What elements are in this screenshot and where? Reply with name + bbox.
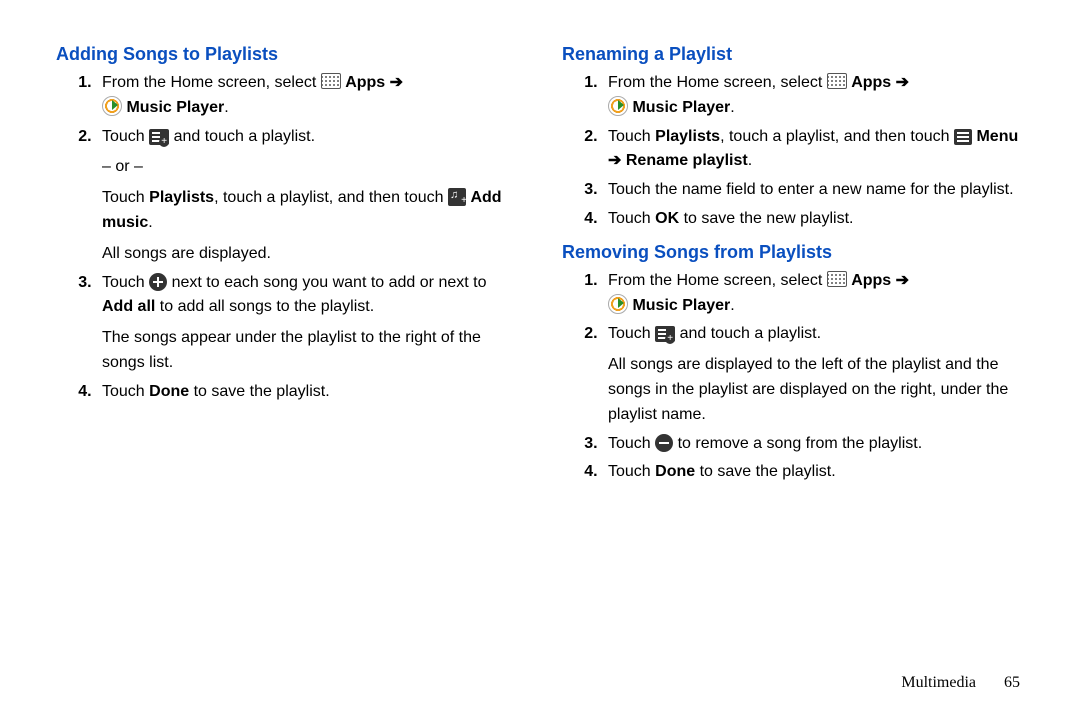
- text: All songs are displayed to the left of t…: [608, 353, 1024, 427]
- text: Touch Playlists, touch a playlist, and t…: [102, 186, 518, 236]
- apps-icon: [321, 73, 341, 89]
- ok-label: OK: [655, 210, 679, 227]
- text: Touch: [608, 325, 655, 342]
- period: .: [730, 99, 734, 116]
- add-all-label: Add all: [102, 298, 155, 315]
- apps-label: Apps: [345, 74, 385, 91]
- playlists-label: Playlists: [149, 189, 214, 206]
- text: next to each song you want to add or nex…: [172, 274, 487, 291]
- right-column: Renaming a Playlist From the Home screen…: [540, 40, 1032, 660]
- step-4: Touch OK to save the new playlist.: [602, 207, 1024, 232]
- heading-removing: Removing Songs from Playlists: [562, 242, 1024, 263]
- text: Touch: [608, 210, 655, 227]
- step-4: Touch Done to save the playlist.: [96, 380, 518, 405]
- list-add-icon: [149, 129, 169, 145]
- list-add-icon: [655, 326, 675, 342]
- section-name: Multimedia: [901, 674, 976, 691]
- text: The songs appear under the playlist to t…: [102, 326, 518, 376]
- period: .: [730, 297, 734, 314]
- music-player-label: Music Player: [126, 99, 224, 116]
- period: .: [148, 214, 152, 231]
- or-text: – or –: [102, 155, 518, 180]
- removing-steps: From the Home screen, select Apps ➔ Musi…: [562, 269, 1024, 485]
- period: .: [224, 99, 228, 116]
- music-player-icon: [102, 96, 122, 116]
- step-1: From the Home screen, select Apps ➔ Musi…: [96, 71, 518, 121]
- page-footer: Multimedia 65: [901, 674, 1020, 692]
- heading-adding-songs: Adding Songs to Playlists: [56, 44, 518, 65]
- music-player-label: Music Player: [632, 99, 730, 116]
- text: All songs are displayed.: [102, 242, 518, 267]
- text: , touch a playlist, and then touch: [214, 189, 448, 206]
- manual-page: Adding Songs to Playlists From the Home …: [0, 0, 1080, 680]
- minus-circle-icon: [655, 434, 673, 452]
- menu-icon: [954, 129, 972, 145]
- done-label: Done: [655, 463, 695, 480]
- adding-songs-steps: From the Home screen, select Apps ➔ Musi…: [56, 71, 518, 405]
- text: and touch a playlist.: [680, 325, 821, 342]
- left-column: Adding Songs to Playlists From the Home …: [48, 40, 540, 660]
- menu-label: Menu: [976, 128, 1018, 145]
- step-3: Touch the name field to enter a new name…: [602, 178, 1024, 203]
- text: to remove a song from the playlist.: [678, 435, 923, 452]
- text: From the Home screen, select: [608, 74, 827, 91]
- text: to save the new playlist.: [679, 210, 853, 227]
- text: Touch: [608, 463, 655, 480]
- step-3: Touch to remove a song from the playlist…: [602, 432, 1024, 457]
- heading-renaming: Renaming a Playlist: [562, 44, 1024, 65]
- text: Touch: [102, 128, 149, 145]
- text: Touch: [608, 435, 655, 452]
- music-player-label: Music Player: [632, 297, 730, 314]
- text: to add all songs to the playlist.: [155, 298, 374, 315]
- apps-icon: [827, 73, 847, 89]
- text: Touch: [102, 274, 149, 291]
- text: to save the playlist.: [189, 383, 330, 400]
- text: Touch: [102, 189, 149, 206]
- step-1: From the Home screen, select Apps ➔ Musi…: [602, 269, 1024, 319]
- step-2: Touch Playlists, touch a playlist, and t…: [602, 125, 1024, 175]
- text: to save the playlist.: [695, 463, 836, 480]
- arrow-icon: ➔: [896, 74, 909, 91]
- text: Touch: [608, 128, 655, 145]
- text: Touch the name field to enter a new name…: [608, 181, 1014, 198]
- music-player-icon: [608, 96, 628, 116]
- page-number: 65: [1004, 674, 1020, 691]
- apps-label: Apps: [851, 74, 891, 91]
- done-label: Done: [149, 383, 189, 400]
- text: and touch a playlist.: [174, 128, 315, 145]
- text: From the Home screen, select: [102, 74, 321, 91]
- apps-icon: [827, 271, 847, 287]
- text: , touch a playlist, and then touch: [720, 128, 954, 145]
- arrow-icon: ➔: [896, 272, 909, 289]
- arrow-icon: ➔: [390, 74, 403, 91]
- add-music-icon: [448, 188, 466, 206]
- text: From the Home screen, select: [608, 272, 827, 289]
- step-1: From the Home screen, select Apps ➔ Musi…: [602, 71, 1024, 121]
- plus-circle-icon: [149, 273, 167, 291]
- renaming-steps: From the Home screen, select Apps ➔ Musi…: [562, 71, 1024, 232]
- rename-playlist-label: Rename playlist: [626, 152, 748, 169]
- arrow-icon: ➔: [608, 152, 626, 169]
- playlists-label: Playlists: [655, 128, 720, 145]
- period: .: [748, 152, 752, 169]
- music-player-icon: [608, 294, 628, 314]
- text: Touch: [102, 383, 149, 400]
- step-3: Touch next to each song you want to add …: [96, 271, 518, 376]
- step-2: Touch and touch a playlist. All songs ar…: [602, 322, 1024, 427]
- step-4: Touch Done to save the playlist.: [602, 460, 1024, 485]
- apps-label: Apps: [851, 272, 891, 289]
- step-2: Touch and touch a playlist. – or – Touch…: [96, 125, 518, 267]
